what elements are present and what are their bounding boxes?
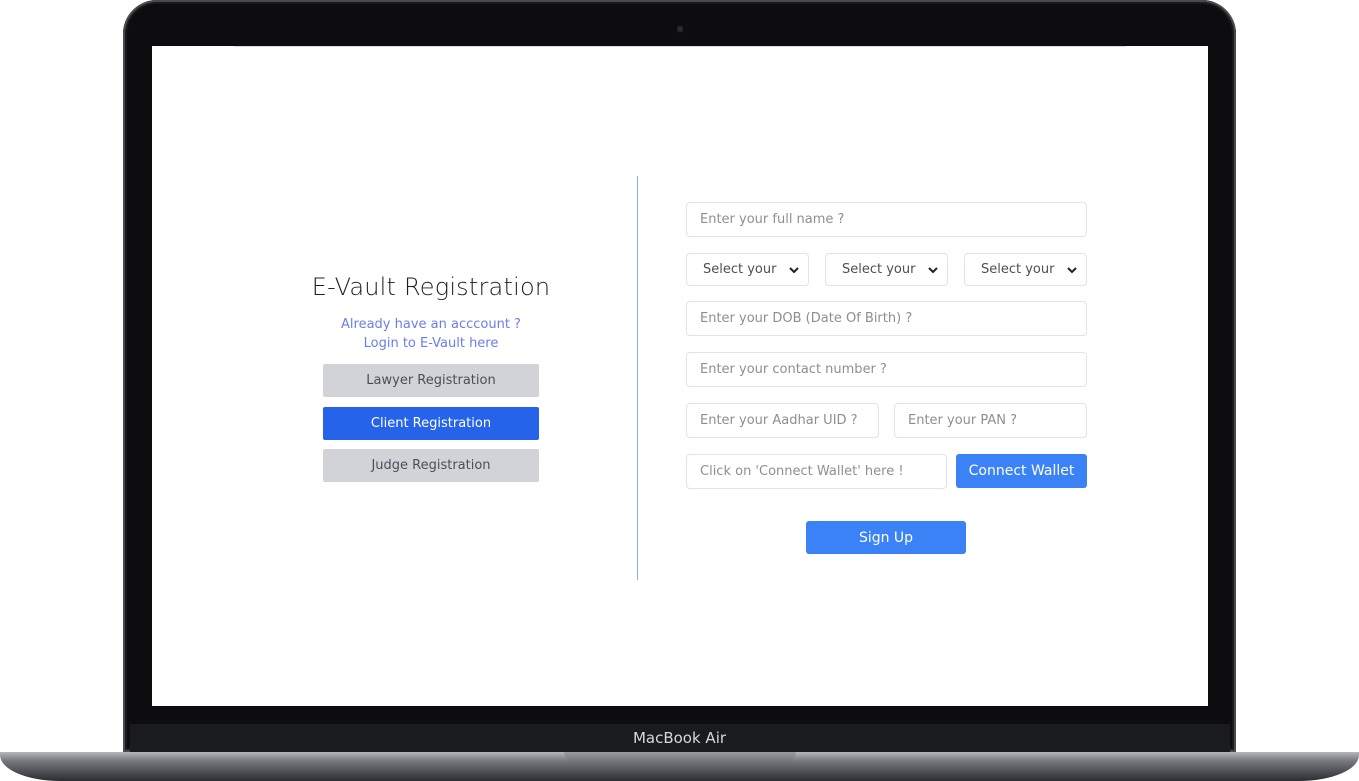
login-link-line1[interactable]: Already have an acccount ? (302, 315, 560, 334)
select-value-2: Select your (842, 262, 916, 277)
login-link[interactable]: Already have an acccount ? Login to E-Va… (302, 315, 560, 353)
screen: E-Vault Registration Already have an acc… (152, 46, 1208, 706)
header-divider (234, 46, 1126, 47)
full-name-input[interactable] (686, 202, 1087, 237)
camera-icon (677, 26, 683, 32)
select-dropdown-2[interactable]: Select your (825, 253, 948, 286)
aadhar-input[interactable] (686, 403, 879, 438)
select-value-3: Select your (981, 262, 1055, 277)
connect-wallet-button[interactable]: Connect Wallet (956, 454, 1087, 488)
contact-number-input[interactable] (686, 352, 1087, 387)
device-label: MacBook Air (632, 729, 727, 747)
vertical-divider (637, 176, 638, 580)
chevron-down-icon (928, 267, 938, 274)
lawyer-registration-button[interactable]: Lawyer Registration (323, 364, 539, 397)
dob-input[interactable] (686, 301, 1087, 336)
page-title: E-Vault Registration (311, 273, 551, 301)
pan-input[interactable] (894, 403, 1087, 438)
client-registration-button[interactable]: Client Registration (323, 407, 539, 440)
judge-registration-button[interactable]: Judge Registration (323, 449, 539, 482)
registration-panel: E-Vault Registration Already have an acc… (302, 273, 560, 482)
select-dropdown-3[interactable]: Select your (964, 253, 1087, 286)
sign-up-button[interactable]: Sign Up (806, 521, 966, 554)
laptop-notch (564, 752, 796, 762)
chevron-down-icon (1067, 267, 1077, 274)
login-link-line2[interactable]: Login to E-Vault here (302, 334, 560, 353)
select-value-1: Select your (703, 262, 777, 277)
wallet-address-input[interactable] (686, 454, 947, 489)
chevron-down-icon (789, 267, 799, 274)
select-dropdown-1[interactable]: Select your (686, 253, 809, 286)
